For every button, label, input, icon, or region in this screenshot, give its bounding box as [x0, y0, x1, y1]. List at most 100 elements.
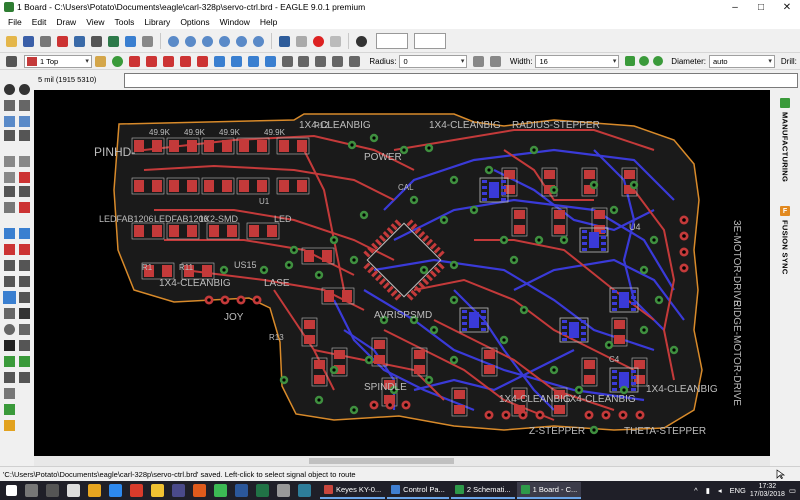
via-icon[interactable] [4, 356, 15, 367]
diameter-field[interactable]: auto ▾ [708, 54, 775, 68]
firefox-icon[interactable] [193, 484, 206, 497]
stop-icon[interactable] [312, 34, 326, 48]
move-icon[interactable] [4, 116, 15, 127]
script-icon[interactable] [124, 34, 138, 48]
horizontal-scrollbar[interactable] [34, 456, 770, 466]
menu-file[interactable]: File [3, 17, 27, 27]
ulp-icon[interactable] [141, 34, 155, 48]
copy-icon[interactable] [19, 116, 30, 127]
layer-icon[interactable] [4, 404, 15, 415]
explorer-pin-icon[interactable] [67, 484, 80, 497]
bend-style-1-icon[interactable] [127, 54, 141, 68]
zoom-select-icon[interactable] [218, 34, 232, 48]
menu-edit[interactable]: Edit [27, 17, 52, 27]
route-icon[interactable] [4, 244, 15, 255]
autorouter-icon[interactable] [4, 276, 15, 287]
notes-icon[interactable] [151, 484, 164, 497]
minimize-button[interactable]: – [722, 0, 748, 14]
board-canvas[interactable]: PINHD- 1X4-CLEANBIG 1X4-CLEANBIG RADIUS-STE… [34, 90, 770, 456]
zoom-out-icon[interactable] [201, 34, 215, 48]
drc-icon[interactable] [19, 276, 30, 287]
open-icon[interactable] [5, 34, 19, 48]
menu-library[interactable]: Library [139, 17, 175, 27]
board-icon[interactable] [73, 34, 87, 48]
bend-style-14-icon[interactable] [348, 54, 362, 68]
radius-field[interactable]: 0 ▾ [399, 54, 468, 68]
layer-select[interactable]: 1 Top ▾ [23, 54, 92, 68]
chrome-icon[interactable] [214, 484, 227, 497]
settings-icon[interactable] [277, 484, 290, 497]
maximize-button[interactable]: □ [748, 0, 774, 14]
bend-style-11-icon[interactable] [297, 54, 311, 68]
menu-options[interactable]: Options [175, 17, 214, 27]
command-input[interactable] [124, 73, 798, 88]
pad-icon[interactable] [19, 356, 30, 367]
display-icon[interactable] [4, 100, 15, 111]
cam-icon[interactable] [56, 34, 70, 48]
tray-chevron-icon[interactable]: ^ [694, 486, 698, 495]
search-icon[interactable] [46, 484, 59, 497]
bend-style-6-icon[interactable] [212, 54, 226, 68]
wire-icon[interactable] [3, 291, 16, 304]
warning-icon[interactable] [4, 420, 15, 431]
undo-icon[interactable] [278, 34, 292, 48]
menu-help[interactable]: Help [255, 17, 282, 27]
fusion-sync-tab[interactable]: F FUSION SYNC [778, 206, 792, 275]
rotate-icon[interactable] [19, 130, 30, 141]
clock[interactable]: 17:32 17/03/2018 [750, 483, 785, 499]
meander-icon[interactable] [19, 228, 30, 239]
signal-icon[interactable] [4, 260, 15, 271]
arduino-icon[interactable] [298, 484, 311, 497]
line-icon[interactable] [4, 308, 15, 319]
menu-window[interactable]: Window [215, 17, 255, 27]
excel-icon[interactable] [256, 484, 269, 497]
menu-tools[interactable]: Tools [109, 17, 139, 27]
bend-style-8-icon[interactable] [246, 54, 260, 68]
bend-style-3-icon[interactable] [161, 54, 175, 68]
store-icon[interactable] [109, 484, 122, 497]
split-icon[interactable] [19, 202, 30, 213]
zoom-last-icon[interactable] [252, 34, 266, 48]
optimize-icon[interactable] [4, 228, 15, 239]
ratsnest-icon[interactable] [19, 260, 30, 271]
pdf-icon[interactable] [130, 484, 143, 497]
arc-icon[interactable] [471, 54, 485, 68]
bend-style-9-icon[interactable] [263, 54, 277, 68]
add-icon[interactable] [4, 186, 15, 197]
polygon-icon[interactable] [19, 324, 30, 335]
bend-style-5-icon[interactable] [195, 54, 209, 68]
schematic-icon[interactable] [107, 34, 121, 48]
text-icon[interactable] [19, 308, 30, 319]
folder-icon[interactable] [88, 484, 101, 497]
via-shape-square-icon[interactable] [625, 56, 636, 66]
via-shape-round-icon[interactable] [639, 56, 650, 66]
dimension-icon[interactable] [4, 372, 15, 383]
redraw-icon[interactable] [235, 34, 249, 48]
go-icon[interactable] [329, 34, 343, 48]
word-icon[interactable] [235, 484, 248, 497]
change-icon[interactable] [19, 156, 30, 167]
language-indicator[interactable]: ENG [730, 486, 746, 495]
taskbar-app-board[interactable]: 1 Board - C... [516, 482, 582, 499]
save-icon[interactable] [22, 34, 36, 48]
app-icon[interactable] [172, 484, 185, 497]
taskbar-app-schematic[interactable]: 2 Schemati... [450, 482, 515, 499]
delete-icon[interactable] [19, 172, 30, 183]
scrollbar-thumb[interactable] [309, 458, 454, 464]
bend-style-4-icon[interactable] [178, 54, 192, 68]
windows-start-icon[interactable] [6, 485, 17, 496]
help-icon[interactable] [355, 34, 369, 48]
menu-view[interactable]: View [81, 17, 109, 27]
attribute-icon[interactable] [19, 372, 30, 383]
arc-tool-icon[interactable] [19, 292, 30, 303]
manufacturing-tab[interactable]: MANUFACTURING [778, 98, 792, 182]
ripup-icon[interactable] [19, 244, 30, 255]
via-mode-icon[interactable] [110, 54, 124, 68]
task-view-icon[interactable] [25, 484, 38, 497]
hole-icon[interactable] [19, 340, 30, 351]
zoom-in-icon[interactable] [184, 34, 198, 48]
grid-icon[interactable] [5, 54, 19, 68]
library-icon[interactable] [90, 34, 104, 48]
show-icon[interactable] [19, 84, 30, 95]
via-shape-octagon-icon[interactable] [653, 56, 664, 66]
